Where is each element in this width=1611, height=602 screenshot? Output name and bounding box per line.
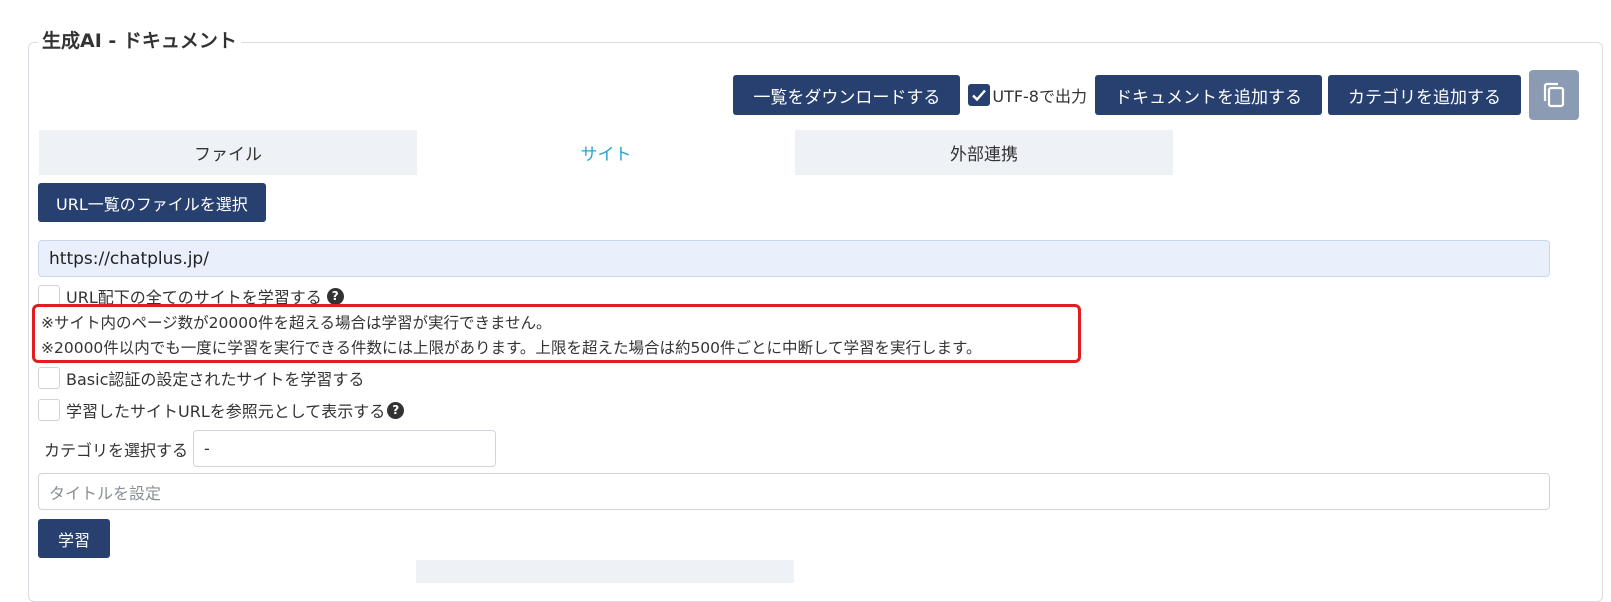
- toolbar: 一覧をダウンロードする UTF-8で出力 ドキュメントを追加する カテゴリを追加…: [733, 70, 1579, 120]
- utf8-label: UTF-8で出力: [992, 87, 1087, 106]
- add-document-button[interactable]: ドキュメントを追加する: [1095, 75, 1322, 115]
- show-source-label: 学習したサイトURLを参照元として表示する: [66, 402, 386, 421]
- tab-file[interactable]: ファイル: [39, 130, 417, 175]
- show-source-checkbox[interactable]: [38, 399, 60, 421]
- utf8-option[interactable]: UTF-8で出力: [968, 83, 1087, 107]
- learn-button[interactable]: 学習: [38, 519, 111, 558]
- help-icon[interactable]: ?: [326, 287, 344, 305]
- basic-auth-option[interactable]: Basic認証の設定されたサイトを学習する: [38, 366, 364, 390]
- source-tabs: ファイル サイト 外部連携: [39, 130, 1173, 175]
- copy-button[interactable]: [1529, 70, 1579, 120]
- panel-title: 生成AI - ドキュメント: [38, 28, 241, 54]
- select-url-file-button[interactable]: URL一覧のファイルを選択: [38, 183, 266, 222]
- download-list-button[interactable]: 一覧をダウンロードする: [733, 75, 961, 115]
- tab-external[interactable]: 外部連携: [795, 130, 1173, 175]
- utf8-checkbox[interactable]: [968, 84, 991, 106]
- show-source-option[interactable]: 学習したサイトURLを参照元として表示する ?: [38, 398, 405, 422]
- page-limit-notice: ※サイト内のページ数が20000件を超える場合は学習が実行できません。 ※200…: [32, 304, 1081, 363]
- help-icon[interactable]: ?: [387, 401, 405, 419]
- notice-line: ※20000件以内でも一度に学習を実行できる件数には上限があります。上限を超えた…: [41, 339, 982, 357]
- notice-line: ※サイト内のページ数が20000件を超える場合は学習が実行できません。: [41, 314, 552, 332]
- check-icon: [972, 89, 987, 102]
- category-row: カテゴリを選択する -: [44, 430, 497, 467]
- tab-site[interactable]: サイト: [417, 130, 795, 175]
- basic-auth-label: Basic認証の設定されたサイトを学習する: [66, 370, 365, 389]
- tab-strip-fragment: [416, 560, 794, 583]
- url-input[interactable]: https://chatplus.jp/: [38, 240, 1550, 277]
- add-category-button[interactable]: カテゴリを追加する: [1328, 75, 1521, 115]
- basic-auth-checkbox[interactable]: [38, 367, 60, 389]
- category-label: カテゴリを選択する: [44, 440, 189, 460]
- category-select[interactable]: -: [193, 430, 497, 467]
- title-input[interactable]: タイトルを設定: [38, 473, 1550, 510]
- copy-icon: [1543, 82, 1565, 108]
